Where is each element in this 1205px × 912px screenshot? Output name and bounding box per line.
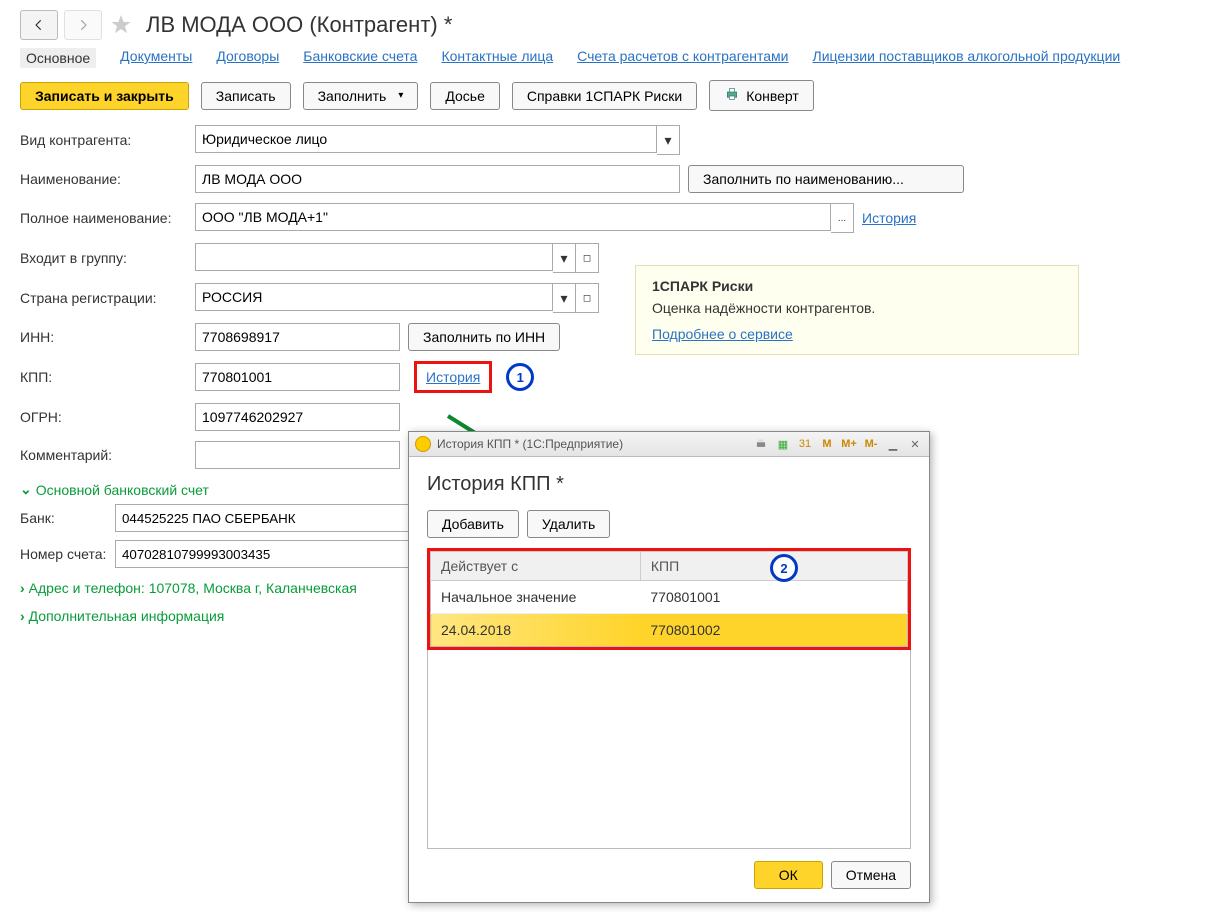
group-dropdown-button[interactable]: ▾ xyxy=(553,243,576,273)
dossier-button[interactable]: Досье xyxy=(430,82,500,110)
save-button[interactable]: Записать xyxy=(201,82,291,110)
table-highlight: 2 Действует с КПП Начальное значение 770… xyxy=(427,548,911,650)
col-date-header[interactable]: Действует с xyxy=(431,552,641,581)
tab-licenses[interactable]: Лицензии поставщиков алкогольной продукц… xyxy=(813,48,1121,68)
fullname-history-link[interactable]: История xyxy=(862,210,916,226)
tab-bank-accounts[interactable]: Банковские счета xyxy=(303,48,417,68)
favorite-star-icon[interactable] xyxy=(108,12,134,38)
label-ogrn: ОГРН: xyxy=(20,409,195,425)
label-kpp: КПП: xyxy=(20,369,195,385)
kpp-input[interactable] xyxy=(195,363,400,391)
arrow-right-icon xyxy=(76,18,90,32)
table-empty-area[interactable] xyxy=(427,650,911,849)
popup-delete-button[interactable]: Удалить xyxy=(527,510,610,538)
popup-titlebar[interactable]: История КПП * (1С:Предприятие) ▦ 31 M M+… xyxy=(409,432,929,457)
table-row[interactable]: 24.04.2018 770801002 xyxy=(431,614,908,647)
label-type: Вид контрагента: xyxy=(20,132,195,148)
spark-button[interactable]: Справки 1СПАРК Риски xyxy=(512,82,697,110)
popup-heading: История КПП * xyxy=(427,473,911,496)
country-dropdown-button[interactable]: ▾ xyxy=(553,283,576,313)
bank-section-label: Основной банковский счет xyxy=(36,482,209,498)
fill-by-name-button[interactable]: Заполнить по наименованию... xyxy=(688,165,964,193)
popup-m-button[interactable]: M xyxy=(819,436,835,452)
comment-input[interactable] xyxy=(195,441,400,469)
kpp-history-link[interactable]: История xyxy=(418,365,488,389)
popup-ok-button[interactable]: ОК xyxy=(754,861,823,889)
ogrn-input[interactable] xyxy=(195,403,400,431)
popup-calc-icon[interactable]: ▦ xyxy=(775,436,791,452)
tab-contracts[interactable]: Договоры xyxy=(216,48,279,68)
type-dropdown-button[interactable]: ▾ xyxy=(657,125,680,155)
kpp-history-table: Действует с КПП Начальное значение 77080… xyxy=(430,551,908,647)
page-title: ЛВ МОДА ООО (Контрагент) * xyxy=(146,12,452,38)
tab-documents[interactable]: Документы xyxy=(120,48,192,68)
label-account: Номер счета: xyxy=(20,546,115,562)
label-name: Наименование: xyxy=(20,171,195,187)
tab-bar: Основное Документы Договоры Банковские с… xyxy=(20,48,1185,68)
group-open-button[interactable]: ◻ xyxy=(576,243,599,273)
fullname-input[interactable] xyxy=(195,203,831,231)
label-fullname: Полное наименование: xyxy=(20,210,195,226)
extra-section-label: Дополнительная информация xyxy=(29,608,225,624)
spark-text: Оценка надёжности контрагентов. xyxy=(652,300,1062,316)
popup-calendar-icon[interactable]: 31 xyxy=(797,436,813,452)
cell-kpp: 770801001 xyxy=(640,581,907,614)
envelope-label: Конверт xyxy=(746,88,799,104)
name-input[interactable] xyxy=(195,165,680,193)
address-section-label: Адрес и телефон: 107078, Москва г, Калан… xyxy=(29,580,357,596)
nav-back-button[interactable] xyxy=(20,10,58,40)
callout-1: 1 xyxy=(506,363,534,391)
popup-mminus-button[interactable]: M- xyxy=(863,436,879,452)
kpp-history-popup: История КПП * (1С:Предприятие) ▦ 31 M M+… xyxy=(408,431,930,903)
label-country: Страна регистрации: xyxy=(20,290,195,306)
fill-button[interactable]: Заполнить xyxy=(303,82,419,110)
envelope-button[interactable]: Конверт xyxy=(709,80,814,111)
popup-window-title: История КПП * (1С:Предприятие) xyxy=(437,437,623,451)
label-bank: Банк: xyxy=(20,510,115,526)
cell-date: Начальное значение xyxy=(431,581,641,614)
fullname-ellipsis-button[interactable]: ... xyxy=(831,203,854,233)
app-1c-icon xyxy=(415,436,431,452)
tab-main[interactable]: Основное xyxy=(20,48,96,68)
country-input[interactable] xyxy=(195,283,553,311)
spark-more-link[interactable]: Подробнее о сервисе xyxy=(652,326,793,342)
type-combo[interactable] xyxy=(195,125,657,153)
label-comment: Комментарий: xyxy=(20,447,195,463)
popup-close-icon[interactable]: ✕ xyxy=(907,436,923,452)
cell-date: 24.04.2018 xyxy=(431,614,641,647)
popup-minimize-icon[interactable]: ▁ xyxy=(885,436,901,452)
label-group: Входит в группу: xyxy=(20,250,195,266)
callout-2: 2 xyxy=(770,554,798,582)
toolbar: Записать и закрыть Записать Заполнить До… xyxy=(20,80,1185,111)
printer-icon xyxy=(724,86,740,105)
kpp-history-highlight: История xyxy=(414,361,492,393)
tab-contacts[interactable]: Контактные лица xyxy=(441,48,553,68)
nav-forward-button[interactable] xyxy=(64,10,102,40)
table-row[interactable]: Начальное значение 770801001 xyxy=(431,581,908,614)
country-open-button[interactable]: ◻ xyxy=(576,283,599,313)
arrow-left-icon xyxy=(32,18,46,32)
group-input[interactable] xyxy=(195,243,553,271)
fill-by-inn-button[interactable]: Заполнить по ИНН xyxy=(408,323,560,351)
popup-print-icon[interactable] xyxy=(753,436,769,452)
popup-mplus-button[interactable]: M+ xyxy=(841,436,857,452)
save-close-button[interactable]: Записать и закрыть xyxy=(20,82,189,110)
tab-settlement-accounts[interactable]: Счета расчетов с контрагентами xyxy=(577,48,788,68)
cell-kpp: 770801002 xyxy=(640,614,907,647)
spark-title: 1СПАРК Риски xyxy=(652,278,1062,294)
popup-add-button[interactable]: Добавить xyxy=(427,510,519,538)
spark-panel: 1СПАРК Риски Оценка надёжности контраген… xyxy=(635,265,1079,355)
popup-cancel-button[interactable]: Отмена xyxy=(831,861,911,889)
inn-input[interactable] xyxy=(195,323,400,351)
label-inn: ИНН: xyxy=(20,329,195,345)
